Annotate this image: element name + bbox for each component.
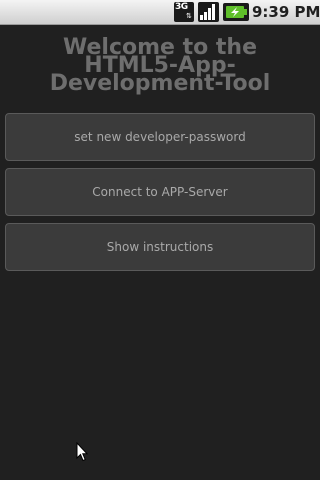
connect-app-server-button[interactable]: Connect to APP-Server (5, 168, 315, 216)
network-type-label: 3G (175, 2, 188, 12)
data-arrows-icon: ⇅ (186, 12, 192, 20)
page-title: Welcome to the HTML5-App- Development-To… (0, 37, 320, 96)
battery-charging-icon (223, 3, 249, 21)
status-bar: 3G ⇅ 9:39 PM (0, 0, 320, 25)
mouse-pointer-icon (76, 442, 88, 462)
set-developer-password-button[interactable]: set new developer-password (5, 113, 315, 161)
title-line-3: Development-Tool (49, 71, 271, 96)
clock-time: 9:39 PM (252, 3, 320, 21)
show-instructions-button[interactable]: Show instructions (5, 223, 315, 271)
3g-data-icon: 3G ⇅ (174, 2, 194, 22)
signal-strength-icon (198, 2, 219, 22)
